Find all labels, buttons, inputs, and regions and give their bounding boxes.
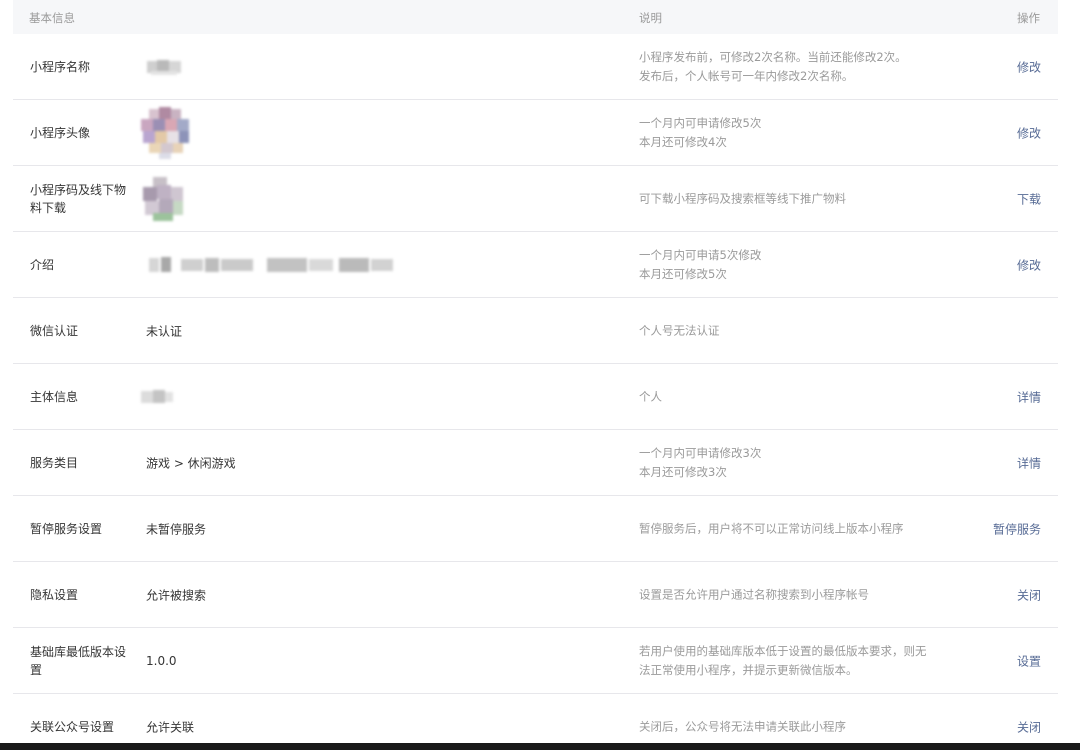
row-qrcode-download: 小程序码及线下物料下载 可下载小程序码及搜索框等线下推广物料 下载 [13, 166, 1058, 232]
bottom-edge-bar [0, 743, 1080, 750]
description-line-2: 发布后，个人帐号可一年内修改2次名称。 [639, 68, 854, 83]
row-introduction: 介绍 一个月内可申请5次修改 本月还可修改5次 修改 [13, 232, 1058, 298]
description-line-1: 个人 [639, 389, 662, 403]
row-description: 若用户使用的基础库版本低于设置的最低版本要求，则无 法正常使用小程序，并提示更新… [639, 642, 949, 680]
description-line-1: 若用户使用的基础库版本低于设置的最低版本要求，则无 [639, 643, 927, 658]
header-basic-info: 基本信息 [29, 11, 75, 25]
download-link[interactable]: 下载 [1017, 190, 1041, 207]
set-min-version-link[interactable]: 设置 [1017, 652, 1041, 669]
edit-name-link[interactable]: 修改 [1017, 58, 1041, 75]
description-line-1: 一个月内可申请修改3次 [639, 445, 762, 460]
description-line-2: 法正常使用小程序，并提示更新微信版本。 [639, 662, 858, 677]
description-line-1: 一个月内可申请5次修改 [639, 247, 762, 262]
row-linked-official-account: 关联公众号设置 允许关联 关闭后，公众号将无法申请关联此小程序 关闭 [13, 694, 1058, 750]
settings-table: 基本信息 说明 操作 小程序名称 小程序发布前，可修改2次名称。当前还能修改2次… [13, 0, 1058, 750]
row-description: 个人号无法认证 [639, 321, 949, 340]
row-wechat-verification: 微信认证 未认证 个人号无法认证 [13, 298, 1058, 364]
row-label: 小程序名称 [30, 59, 91, 74]
row-label: 微信认证 [30, 323, 79, 338]
row-description: 一个月内可申请修改5次 本月还可修改4次 [639, 114, 949, 152]
description-line-1: 设置是否允许用户通过名称搜索到小程序帐号 [639, 587, 869, 601]
blurred-name [139, 56, 187, 78]
row-miniprogram-avatar: 小程序头像 一个月内可申请修改5次 本月还可修改4次 修改 [13, 100, 1058, 166]
description-line-2: 本月还可修改5次 [639, 266, 727, 281]
blurred-avatar [139, 106, 191, 159]
description-line-1: 暂停服务后，用户将不可以正常访问线上版本小程序 [639, 521, 904, 535]
table-header: 基本信息 说明 操作 [13, 0, 1058, 34]
row-label: 隐私设置 [30, 587, 79, 602]
row-label: 暂停服务设置 [30, 521, 103, 536]
header-description: 说明 [639, 11, 662, 25]
linking-close-link[interactable]: 关闭 [1017, 719, 1041, 736]
row-subject-info: 主体信息 个人 详情 [13, 364, 1058, 430]
description-line-2: 本月还可修改4次 [639, 134, 727, 149]
edit-avatar-link[interactable]: 修改 [1017, 124, 1041, 141]
row-privacy-settings: 隐私设置 允许被搜索 设置是否允许用户通过名称搜索到小程序帐号 关闭 [13, 562, 1058, 628]
row-min-library-version: 基础库最低版本设置 1.0.0 若用户使用的基础库版本低于设置的最低版本要求，则… [13, 628, 1058, 694]
description-line-1: 关闭后，公众号将无法申请关联此小程序 [639, 719, 846, 734]
row-description: 可下载小程序码及搜索框等线下推广物料 [639, 189, 949, 208]
privacy-close-link[interactable]: 关闭 [1017, 586, 1041, 603]
row-description: 小程序发布前，可修改2次名称。当前还能修改2次。 发布后，个人帐号可一年内修改2… [639, 48, 949, 86]
row-service-category: 服务类目 游戏 > 休闲游戏 一个月内可申请修改3次 本月还可修改3次 详情 [13, 430, 1058, 496]
row-description: 一个月内可申请修改3次 本月还可修改3次 [639, 444, 949, 482]
row-label: 关联公众号设置 [30, 720, 115, 734]
row-label: 小程序码及线下物料下载 [30, 182, 127, 215]
min-version-value: 1.0.0 [146, 653, 177, 668]
description-line-2: 本月还可修改3次 [639, 464, 727, 479]
suspend-status: 未暂停服务 [146, 522, 207, 536]
linking-status: 允许关联 [146, 720, 195, 735]
suspend-service-link[interactable]: 暂停服务 [993, 520, 1041, 537]
service-category-value: 游戏 > 休闲游戏 [146, 456, 236, 470]
blurred-qrcode [139, 175, 185, 223]
category-details-link[interactable]: 详情 [1017, 454, 1041, 471]
row-description: 关闭后，公众号将无法申请关联此小程序 [639, 718, 949, 737]
description-line-1: 可下载小程序码及搜索框等线下推广物料 [639, 191, 846, 205]
row-label: 小程序头像 [30, 125, 91, 140]
row-miniprogram-name: 小程序名称 小程序发布前，可修改2次名称。当前还能修改2次。 发布后，个人帐号可… [13, 34, 1058, 100]
row-label: 介绍 [30, 257, 55, 272]
header-operation: 操作 [1017, 11, 1040, 25]
description-line-1: 小程序发布前，可修改2次名称。当前还能修改2次。 [639, 49, 907, 64]
row-description: 一个月内可申请5次修改 本月还可修改5次 [639, 246, 949, 284]
row-label: 主体信息 [30, 389, 79, 404]
subject-details-link[interactable]: 详情 [1017, 388, 1041, 405]
edit-introduction-link[interactable]: 修改 [1017, 256, 1041, 273]
blurred-introduction [139, 254, 397, 276]
row-description: 暂停服务后，用户将不可以正常访问线上版本小程序 [639, 519, 949, 538]
row-label: 基础库最低版本设置 [30, 644, 127, 677]
row-description: 设置是否允许用户通过名称搜索到小程序帐号 [639, 585, 949, 604]
verification-status: 未认证 [146, 324, 183, 338]
description-line-1: 个人号无法认证 [639, 323, 720, 337]
row-description: 个人 [639, 387, 949, 406]
description-line-1: 一个月内可申请修改5次 [639, 115, 762, 130]
row-label: 服务类目 [30, 455, 79, 470]
blurred-subject [139, 388, 173, 406]
privacy-status: 允许被搜索 [146, 588, 207, 602]
row-suspend-service: 暂停服务设置 未暂停服务 暂停服务后，用户将不可以正常访问线上版本小程序 暂停服… [13, 496, 1058, 562]
